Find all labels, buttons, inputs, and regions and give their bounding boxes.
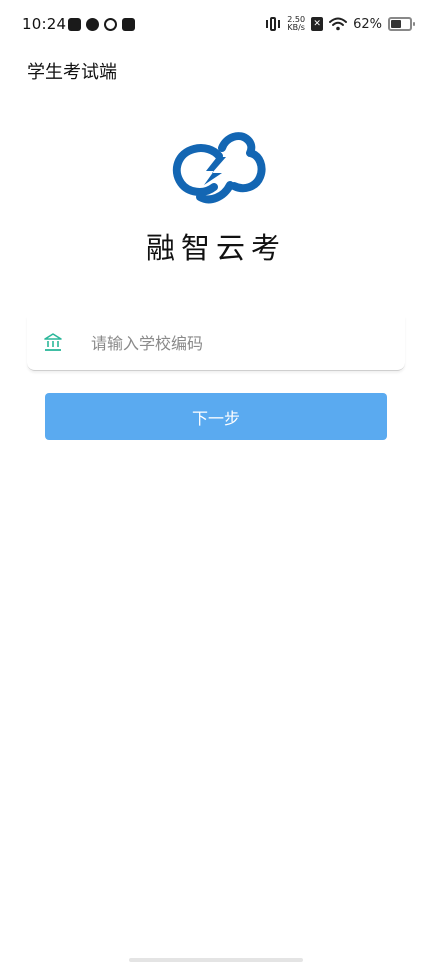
network-speed-unit: KB/s (287, 23, 305, 32)
inbox-notification-icon (68, 18, 81, 31)
wifi-icon (329, 17, 348, 31)
status-right: 2.50 KB/s ✕ 62% (265, 16, 415, 32)
battery-icon (388, 17, 415, 31)
leaf-notification-icon (86, 18, 99, 31)
notification-icons (68, 18, 135, 31)
brand-logo: 融智云考 (0, 125, 432, 267)
home-indicator[interactable] (129, 958, 303, 962)
no-sim-icon: ✕ (311, 17, 324, 31)
cat-notification-icon (104, 18, 117, 31)
cloud-logo-icon (172, 132, 266, 204)
status-time: 10:24 (22, 15, 67, 33)
brand-name: 融智云考 (145, 231, 286, 265)
network-speed: 2.50 KB/s (287, 16, 305, 32)
next-button[interactable]: 下一步 (45, 393, 387, 440)
bank-icon (44, 333, 62, 351)
battery-fill (391, 20, 402, 28)
school-code-input[interactable] (91, 328, 391, 358)
vibrate-icon (265, 17, 281, 31)
status-bar: 10:24 2.50 KB/s ✕ 62% (0, 0, 432, 52)
battery-percent: 62% (353, 16, 382, 32)
school-code-field[interactable] (27, 316, 405, 371)
tiktok-notification-icon (122, 18, 135, 31)
app-title: 学生考试端 (27, 62, 117, 83)
